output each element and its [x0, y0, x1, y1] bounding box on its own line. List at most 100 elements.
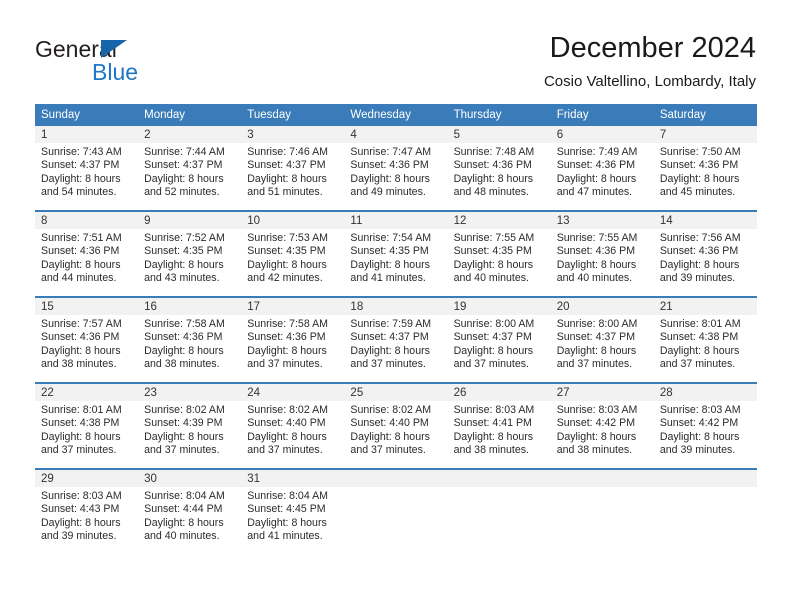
day-cell[interactable]: 7 Sunrise: 7:50 AM Sunset: 4:36 PM Daylight… — [653, 126, 757, 211]
day-number: 16 — [138, 298, 242, 315]
day-cell[interactable]: 13 Sunrise: 7:55 AM Sunset: 4:36 PM Dayligh… — [550, 210, 654, 297]
daylight-text-line1: Daylight: 8 hours — [350, 430, 430, 443]
day-cell[interactable]: 17 Sunrise: 7:58 AM Sunset: 4:36 PM Dayligh… — [241, 296, 345, 383]
daylight-text-line1: Daylight: 8 hours — [144, 344, 224, 357]
calendar-page: General Blue December 2024 Cosio Valtell… — [0, 0, 792, 612]
daylight-text-line1: Daylight: 8 hours — [41, 258, 121, 271]
day-cell[interactable]: 19 Sunrise: 8:00 AM Sunset: 4:37 PM Dayligh… — [447, 296, 551, 383]
sunrise-text: Sunrise: 7:51 AM — [41, 232, 122, 244]
sunrise-text: Sunrise: 8:03 AM — [41, 490, 122, 502]
day-cell[interactable]: 20 Sunrise: 8:00 AM Sunset: 4:37 PM Dayligh… — [550, 296, 654, 383]
day-cell[interactable]: 9 Sunrise: 7:52 AM Sunset: 4:35 PM Daylight… — [138, 210, 242, 297]
week-row: 15 Sunrise: 7:57 AM Sunset: 4:36 PM Dayligh… — [35, 296, 757, 383]
daylight-text-line1: Daylight: 8 hours — [556, 430, 637, 443]
weekday-header-row: Sunday Monday Tuesday Wednesday Thursday… — [35, 104, 757, 126]
daylight-text-line1: Daylight: 8 hours — [41, 344, 121, 357]
day-details: Sunrise: 7:49 AM Sunset: 4:36 PM Daylight:… — [551, 143, 654, 199]
day-cell[interactable]: 18 Sunrise: 7:59 AM Sunset: 4:37 PM Dayligh… — [344, 296, 448, 383]
daylight-text-line2: and 37 minutes. — [247, 443, 323, 456]
day-cell[interactable]: 26 Sunrise: 8:03 AM Sunset: 4:41 PM Dayligh… — [447, 382, 551, 469]
sunset-text: Sunset: 4:39 PM — [144, 417, 223, 430]
day-cell[interactable]: 27 Sunrise: 8:03 AM Sunset: 4:42 PM Dayligh… — [550, 382, 654, 469]
day-cell[interactable]: 25 Sunrise: 8:02 AM Sunset: 4:40 PM Dayligh… — [344, 382, 448, 469]
sunrise-text: Sunrise: 7:48 AM — [453, 146, 535, 158]
day-cell[interactable]: 6 Sunrise: 7:49 AM Sunset: 4:36 PM Daylight… — [550, 126, 654, 211]
day-number — [550, 470, 654, 487]
daylight-text-line2: and 54 minutes. — [41, 185, 117, 198]
day-number: 14 — [653, 212, 757, 229]
day-cell[interactable]: 21 Sunrise: 8:01 AM Sunset: 4:38 PM Dayligh… — [653, 296, 757, 383]
day-details — [344, 487, 447, 490]
daylight-text-line1: Daylight: 8 hours — [556, 344, 637, 357]
daylight-text-line1: Daylight: 8 hours — [144, 430, 224, 443]
sunrise-text: Sunrise: 7:56 AM — [659, 232, 741, 244]
sunset-text: Sunset: 4:41 PM — [453, 417, 532, 430]
daylight-text-line2: and 37 minutes. — [41, 443, 117, 456]
day-cell[interactable]: 29 Sunrise: 8:03 AM Sunset: 4:43 PM Dayligh… — [35, 468, 139, 554]
day-number: 10 — [241, 212, 345, 229]
daylight-text-line2: and 37 minutes. — [659, 357, 736, 370]
daylight-text-line2: and 38 minutes. — [453, 443, 529, 456]
day-number: 4 — [344, 126, 448, 143]
daylight-text-line2: and 44 minutes. — [41, 271, 117, 284]
day-number: 29 — [35, 470, 139, 487]
page-header: General Blue December 2024 Cosio Valtell… — [0, 0, 792, 96]
day-cell-empty — [447, 468, 551, 554]
day-cell[interactable]: 14 Sunrise: 7:56 AM Sunset: 4:36 PM Dayligh… — [653, 210, 757, 297]
day-cell[interactable]: 22 Sunrise: 8:01 AM Sunset: 4:38 PM Dayligh… — [35, 382, 139, 469]
daylight-text-line2: and 39 minutes. — [659, 443, 736, 456]
day-cell[interactable]: 4 Sunrise: 7:47 AM Sunset: 4:36 PM Daylight… — [344, 126, 448, 211]
daylight-text-line1: Daylight: 8 hours — [41, 516, 121, 529]
sunrise-text: Sunrise: 7:58 AM — [247, 318, 328, 330]
day-details: Sunrise: 7:48 AM Sunset: 4:36 PM Daylight:… — [448, 143, 551, 199]
daylight-text-line1: Daylight: 8 hours — [41, 172, 121, 185]
day-number: 13 — [550, 212, 654, 229]
day-cell[interactable]: 3 Sunrise: 7:46 AM Sunset: 4:37 PM Daylight… — [241, 126, 345, 211]
daylight-text-line2: and 42 minutes. — [247, 271, 323, 284]
sunset-text: Sunset: 4:45 PM — [247, 503, 326, 516]
general-blue-logo: General Blue — [35, 36, 215, 88]
day-details: Sunrise: 8:03 AM Sunset: 4:42 PM Daylight:… — [654, 401, 757, 457]
day-details: Sunrise: 7:55 AM Sunset: 4:35 PM Daylight:… — [448, 229, 551, 285]
day-cell[interactable]: 30 Sunrise: 8:04 AM Sunset: 4:44 PM Dayligh… — [138, 468, 242, 554]
day-cell[interactable]: 2 Sunrise: 7:44 AM Sunset: 4:37 PM Daylight… — [138, 126, 242, 211]
sunrise-text: Sunrise: 8:01 AM — [41, 404, 122, 416]
sunrise-text: Sunrise: 8:02 AM — [144, 404, 225, 416]
day-number: 3 — [241, 126, 345, 143]
day-cell[interactable]: 8 Sunrise: 7:51 AM Sunset: 4:36 PM Daylight… — [35, 210, 139, 297]
daylight-text-line2: and 37 minutes. — [350, 357, 426, 370]
sunset-text: Sunset: 4:40 PM — [350, 417, 429, 430]
day-cell[interactable]: 11 Sunrise: 7:54 AM Sunset: 4:35 PM Dayligh… — [344, 210, 448, 297]
sunrise-text: Sunrise: 8:03 AM — [659, 404, 741, 416]
day-details: Sunrise: 8:03 AM Sunset: 4:42 PM Daylight:… — [551, 401, 654, 457]
day-number: 1 — [35, 126, 139, 143]
day-cell[interactable]: 12 Sunrise: 7:55 AM Sunset: 4:35 PM Dayligh… — [447, 210, 551, 297]
sunrise-text: Sunrise: 8:00 AM — [556, 318, 638, 330]
page-title: December 2024 — [549, 32, 756, 64]
day-cell[interactable]: 31 Sunrise: 8:04 AM Sunset: 4:45 PM Dayligh… — [241, 468, 345, 554]
day-cell[interactable]: 23 Sunrise: 8:02 AM Sunset: 4:39 PM Dayligh… — [138, 382, 242, 469]
day-details — [551, 487, 654, 490]
day-details: Sunrise: 8:04 AM Sunset: 4:44 PM Daylight:… — [138, 487, 241, 543]
day-cell[interactable]: 16 Sunrise: 7:58 AM Sunset: 4:36 PM Dayligh… — [138, 296, 242, 383]
day-details: Sunrise: 8:01 AM Sunset: 4:38 PM Daylight:… — [654, 315, 757, 371]
sunset-text: Sunset: 4:36 PM — [350, 159, 429, 172]
day-details: Sunrise: 7:46 AM Sunset: 4:37 PM Daylight:… — [241, 143, 344, 199]
day-details: Sunrise: 7:47 AM Sunset: 4:36 PM Daylight:… — [344, 143, 447, 199]
day-cell[interactable]: 10 Sunrise: 7:53 AM Sunset: 4:35 PM Dayligh… — [241, 210, 345, 297]
sunset-text: Sunset: 4:35 PM — [350, 245, 429, 258]
day-cell[interactable]: 15 Sunrise: 7:57 AM Sunset: 4:36 PM Dayligh… — [35, 296, 139, 383]
day-cell[interactable]: 24 Sunrise: 8:02 AM Sunset: 4:40 PM Dayligh… — [241, 382, 345, 469]
week-row: 8 Sunrise: 7:51 AM Sunset: 4:36 PM Daylight… — [35, 210, 757, 297]
day-details: Sunrise: 7:50 AM Sunset: 4:36 PM Daylight:… — [654, 143, 757, 199]
day-cell[interactable]: 1 Sunrise: 7:43 AM Sunset: 4:37 PM Daylight… — [35, 126, 139, 211]
day-cell[interactable]: 5 Sunrise: 7:48 AM Sunset: 4:36 PM Daylight… — [447, 126, 551, 211]
daylight-text-line2: and 52 minutes. — [144, 185, 220, 198]
daylight-text-line1: Daylight: 8 hours — [659, 258, 740, 271]
day-details: Sunrise: 7:54 AM Sunset: 4:35 PM Daylight:… — [344, 229, 447, 285]
day-cell[interactable]: 28 Sunrise: 8:03 AM Sunset: 4:42 PM Dayligh… — [653, 382, 757, 469]
sunset-text: Sunset: 4:37 PM — [556, 331, 636, 344]
daylight-text-line1: Daylight: 8 hours — [556, 258, 637, 271]
sunrise-text: Sunrise: 8:03 AM — [453, 404, 535, 416]
calendar-body: 1 Sunrise: 7:43 AM Sunset: 4:37 PM Daylight… — [35, 126, 757, 554]
